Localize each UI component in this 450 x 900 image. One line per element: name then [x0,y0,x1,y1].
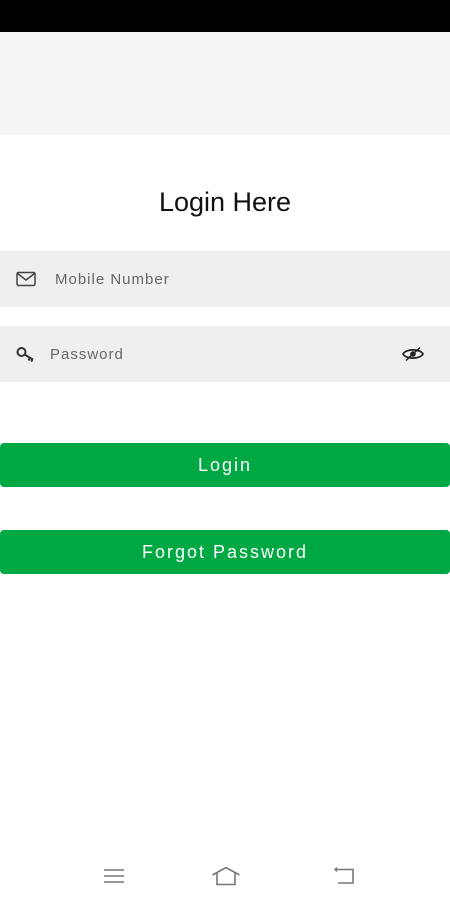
key-icon [16,346,36,362]
home-icon[interactable] [206,862,246,890]
back-icon[interactable] [324,862,364,890]
password-input[interactable] [50,326,380,382]
forgot-password-button[interactable]: Forgot Password [0,530,450,574]
eye-icon[interactable] [402,346,424,362]
mail-icon [16,271,36,287]
app-bar [0,32,450,135]
mobile-number-input[interactable] [55,251,415,307]
mobile-number-field[interactable] [0,251,450,307]
status-bar [0,0,450,32]
menu-icon[interactable] [94,862,134,890]
login-button[interactable]: Login [0,443,450,487]
system-nav-bar [0,850,450,900]
password-field[interactable] [0,326,450,382]
page-title: Login Here [158,187,292,217]
